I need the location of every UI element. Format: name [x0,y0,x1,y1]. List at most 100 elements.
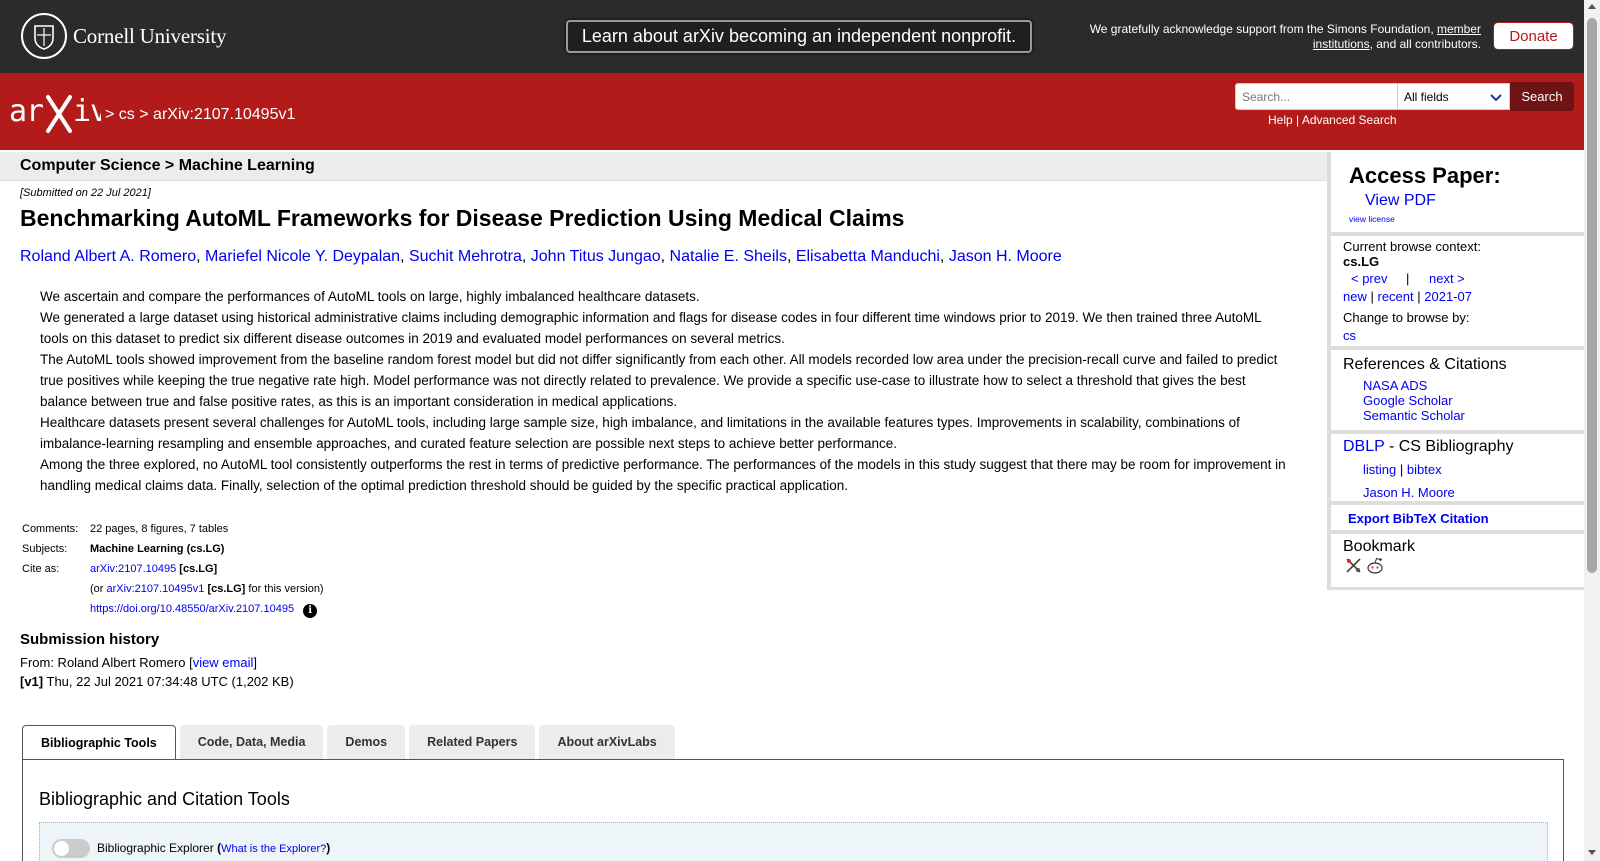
google-scholar-link[interactable]: Google Scholar [1363,393,1453,408]
view-pdf-link[interactable]: View PDF [1365,192,1436,210]
breadcrumb-sep: > [105,106,115,123]
abstract-paragraph: We ascertain and compare the performance… [40,289,700,304]
listing-link[interactable]: listing [1363,462,1396,477]
search-input[interactable] [1235,83,1398,110]
tab-code-data-media[interactable]: Code, Data, Media [179,725,324,759]
subject-header: Computer Science > Machine Learning [20,157,315,174]
toggle-knob [54,841,69,856]
change-browse-label: Change to browse by: [1343,310,1470,325]
explorer-toggle[interactable] [52,839,90,858]
author-link[interactable]: Suchit Mehrotra [409,248,522,265]
tab-demos[interactable]: Demos [327,725,406,759]
author-link[interactable]: Natalie E. Sheils [670,248,787,265]
browse-cs-link[interactable]: cs [1343,328,1356,343]
submitted-date: [Submitted on 22 Jul 2021] [20,187,151,199]
nav-sep: | [1370,289,1374,304]
dblp-link[interactable]: DBLP [1343,438,1385,455]
nav-sep: | [1417,289,1421,304]
scroll-thumb[interactable] [1587,18,1597,573]
svg-text:iv: iv [73,94,101,129]
breadcrumb-sep: > [139,106,149,123]
explorer-text: Bibliographic Explorer [97,841,214,855]
bibsonomy-icon[interactable] [1345,557,1362,574]
svg-text:ar: ar [9,94,43,129]
cornell-top-bar: Cornell University Learn about arXiv bec… [0,0,1584,73]
table-row: Comments: 22 pages, 8 figures, 7 tables [20,520,326,540]
version-v1: [v1] Thu, 22 Jul 2021 07:34:48 UTC (1,20… [20,674,294,689]
submission-history-heading: Submission history [20,631,160,648]
search-button[interactable]: Search [1510,82,1574,111]
chevron-down-icon [1490,94,1502,102]
search-field-select[interactable]: All fields [1397,83,1510,110]
scroll-down-icon[interactable] [1588,850,1596,855]
semantic-scholar-link[interactable]: Semantic Scholar [1363,408,1465,423]
reddit-icon[interactable] [1366,557,1384,575]
author-link[interactable]: Jason H. Moore [949,248,1062,265]
subjects-label: Subjects: [22,543,68,555]
dblp-heading: DBLP - CS Bibliography [1343,438,1513,456]
table-row: (or arXiv:2107.10495v1 [cs.LG] for this … [20,580,326,600]
explorer-close: ) [326,841,331,855]
author-link[interactable]: John Titus Jungao [531,248,661,265]
access-paper-section: Access Paper: View PDF view license [1331,152,1585,236]
bookmark-icons [1345,557,1384,575]
table-row: Cite as: arXiv:2107.10495 [cs.LG] [20,560,326,580]
paper-title: Benchmarking AutoML Frameworks for Disea… [20,205,905,231]
arxiv-header: ar iv > cs > arXiv:2107.10495v1 All fiel… [0,73,1584,150]
author-link[interactable]: Roland Albert A. Romero [20,248,196,265]
version-text: Thu, 22 Jul 2021 07:34:48 UTC (1,202 KB) [46,674,294,689]
info-icon[interactable]: i [303,604,318,618]
cite-value: arXiv:2107.10495 [cs.LG] [88,560,326,580]
tab-related-papers[interactable]: Related Papers [409,725,536,759]
bibtex-link[interactable]: bibtex [1407,462,1442,477]
cite-version: (or arXiv:2107.10495v1 [cs.LG] for this … [88,580,326,600]
tab-about-arxivlabs[interactable]: About arXivLabs [539,725,675,759]
cite-tag: [cs.LG] [179,563,218,575]
table-row: Subjects: Machine Learning (cs.LG) [20,540,326,560]
view-license-link[interactable]: view license [1349,214,1395,224]
advanced-search-link[interactable]: Advanced Search [1302,113,1397,127]
from-close: ] [253,655,257,670]
breadcrumb-paper-id: arXiv:2107.10495v1 [153,106,296,123]
nav-sep: | [1399,462,1404,477]
explorer-label: Bibliographic Explorer (What is the Expl… [97,841,330,855]
labs-tabs: Bibliographic Tools Code, Data, Media De… [22,725,675,760]
next-link[interactable]: next > [1429,271,1465,286]
new-recent-row: new | recent | 2021-07 [1343,289,1472,304]
dblp-author-link[interactable]: Jason H. Moore [1363,485,1455,500]
export-bibtex-link[interactable]: Export BibTeX Citation [1348,511,1489,526]
cite-label: Cite as: [22,563,60,575]
support-prefix: We gratefully acknowledge support from t… [1089,22,1437,36]
cite-version-link[interactable]: arXiv:2107.10495v1 [107,583,205,595]
new-link[interactable]: new [1343,289,1367,304]
recent-link[interactable]: recent [1378,289,1414,304]
donate-button[interactable]: Donate [1493,22,1574,50]
help-link[interactable]: Help [1268,113,1293,127]
nonprofit-banner-button[interactable]: Learn about arXiv becoming an independen… [566,20,1032,53]
cite-id-link[interactable]: arXiv:2107.10495 [90,563,176,575]
metadata-table: Comments: 22 pages, 8 figures, 7 tables … [20,520,326,621]
author-link[interactable]: Mariefel Nicole Y. Deypalan [205,248,400,265]
breadcrumb-cs-link[interactable]: cs [119,106,135,123]
page-scrollbar[interactable] [1584,0,1600,861]
nasa-ads-link[interactable]: NASA ADS [1363,378,1427,393]
cornell-wordmark: Cornell University [73,23,227,48]
nav-sep: | [1406,271,1410,286]
scroll-up-icon[interactable] [1588,4,1596,9]
version-label[interactable]: [v1] [20,674,43,689]
abstract-paragraph: We generated a large dataset using histo… [40,310,1262,346]
tab-bibliographic-tools[interactable]: Bibliographic Tools [22,725,176,760]
doi-link[interactable]: https://doi.org/10.48550/arXiv.2107.1049… [90,603,294,615]
comments-label: Comments: [22,523,79,535]
view-email-link[interactable]: view email [193,655,254,670]
access-paper-heading: Access Paper: [1349,163,1501,188]
month-link[interactable]: 2021-07 [1424,289,1472,304]
panel-heading: Bibliographic and Citation Tools [39,789,290,809]
author-link[interactable]: Elisabetta Manduchi [796,248,940,265]
cornell-logo[interactable]: Cornell University [21,13,226,59]
abstract: We ascertain and compare the performance… [40,286,1290,496]
explorer-help-link[interactable]: What is the Explorer? [221,843,326,855]
export-section: Export BibTeX Citation [1331,505,1585,534]
prev-link[interactable]: < prev [1351,271,1388,286]
arxiv-logo[interactable]: ar iv [9,91,108,140]
